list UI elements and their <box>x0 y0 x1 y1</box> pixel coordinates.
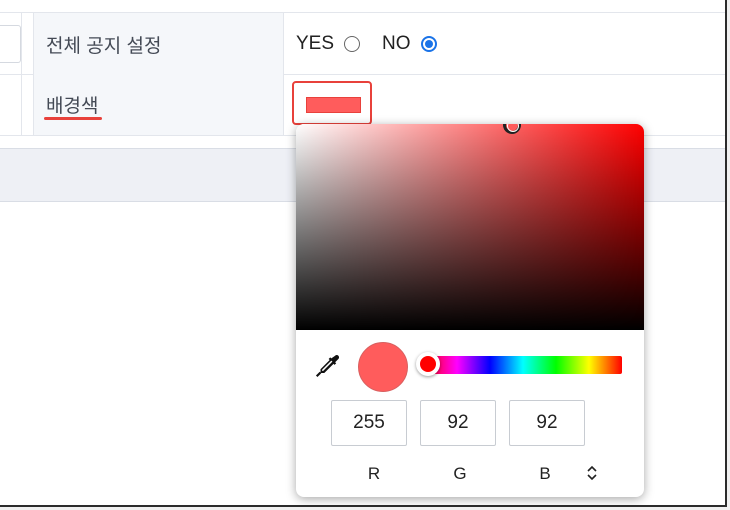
chevron-up-down-icon[interactable] <box>585 464 599 482</box>
yes-radio[interactable] <box>344 36 361 52</box>
left-input-stub[interactable] <box>0 25 21 63</box>
notice-setting-label: 전체 공지 설정 <box>46 36 162 57</box>
hue-slider-handle[interactable] <box>416 352 440 376</box>
color-swatch-button[interactable] <box>292 81 372 125</box>
color-preview-circle <box>358 342 408 392</box>
color-swatch-fill <box>306 97 361 113</box>
saturation-handle[interactable] <box>503 124 521 134</box>
hue-slider[interactable] <box>416 352 622 376</box>
blue-channel-label: B <box>539 464 551 483</box>
label-underline-highlight <box>44 117 102 120</box>
background-label-cell: 배경색 <box>33 73 284 135</box>
green-channel-label: G <box>453 464 467 483</box>
no-option-label[interactable]: NO <box>382 33 411 55</box>
notice-radio-group: YES NO <box>296 31 459 57</box>
yes-option-label[interactable]: YES <box>296 33 334 55</box>
left-cell <box>0 13 22 74</box>
settings-panel: 전체 공지 설정 YES NO 배경색 255 92 92 R G B <box>0 0 727 507</box>
background-color-label: 배경색 <box>46 96 99 117</box>
green-value-input[interactable]: 92 <box>420 400 496 446</box>
left-cell <box>0 73 22 135</box>
notice-setting-row: 전체 공지 설정 YES NO <box>0 12 725 75</box>
red-value-input[interactable]: 255 <box>331 400 407 446</box>
blue-value-input[interactable]: 92 <box>509 400 585 446</box>
no-radio[interactable] <box>420 36 437 52</box>
eyedropper-icon[interactable] <box>314 353 340 379</box>
color-picker-popup: 255 92 92 R G B <box>296 124 644 497</box>
notice-label-cell: 전체 공지 설정 <box>33 13 284 74</box>
red-channel-label: R <box>367 464 381 483</box>
saturation-area[interactable] <box>296 124 644 330</box>
